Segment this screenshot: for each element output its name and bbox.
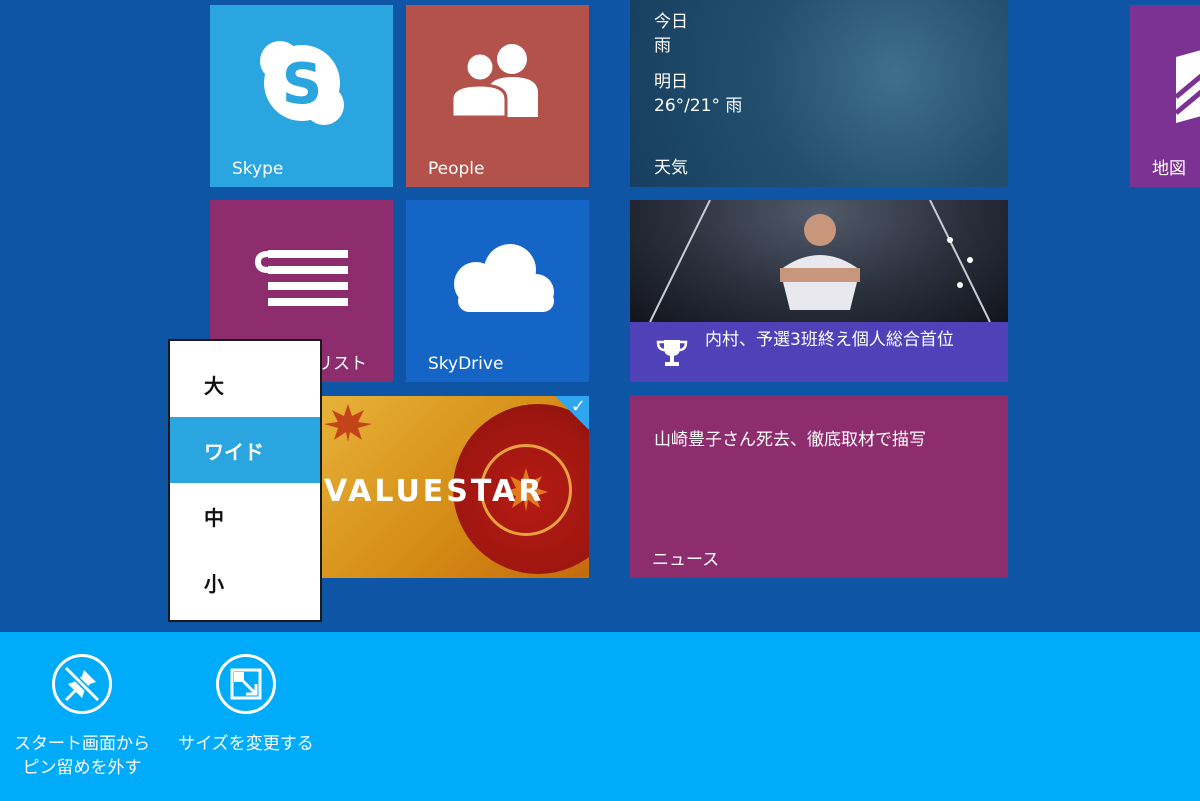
resize-icon	[216, 654, 276, 714]
weather-today-condition: 雨	[654, 36, 671, 56]
svg-text:S: S	[281, 52, 321, 117]
menu-item-small[interactable]: 小	[170, 549, 320, 615]
unpin-icon	[52, 654, 112, 714]
tile-valuestar[interactable]: VALUESTAR ✓	[308, 396, 589, 578]
menu-item-large[interactable]: 大	[170, 351, 320, 417]
resize-button[interactable]: サイズを変更する	[176, 654, 316, 756]
trophy-icon	[656, 340, 688, 366]
news-headline: 山崎豊子さん死去、徹底取材で描写	[654, 430, 926, 450]
resize-menu: 大 ワイド 中 小	[168, 339, 322, 622]
tile-maps[interactable]: 地図	[1130, 5, 1200, 187]
tile-weather[interactable]: 今日 雨 明日 26°/21° 雨 天気	[630, 0, 1008, 187]
sports-headline: 内村、予選3班終え個人総合首位	[705, 330, 954, 350]
menu-item-medium[interactable]: 中	[170, 483, 320, 549]
unpin-button[interactable]: スタート画面から ピン留めを外す	[14, 654, 150, 780]
tile-label: リスト	[316, 354, 367, 374]
menu-item-wide[interactable]: ワイド	[170, 417, 320, 483]
tile-label: 地図	[1152, 159, 1186, 179]
tile-label: SkyDrive	[428, 354, 504, 374]
tile-skype[interactable]: S Skype	[210, 5, 393, 187]
valuestar-logo: VALUESTAR	[324, 474, 545, 509]
tile-sports[interactable]: 内村、予選3班終え個人総合首位	[630, 200, 1008, 382]
reading-list-icon	[210, 246, 393, 312]
unpin-label: スタート画面から ピン留めを外す	[14, 732, 150, 780]
tile-label: Skype	[232, 159, 284, 179]
cloud-icon	[406, 240, 589, 316]
unpin-label-line1: スタート画面から	[14, 734, 150, 754]
weather-tomorrow-label: 明日	[654, 72, 688, 92]
tile-skydrive[interactable]: SkyDrive	[406, 200, 589, 382]
people-icon	[406, 43, 589, 117]
tile-label: ニュース	[652, 550, 720, 570]
tile-label: 天気	[654, 158, 688, 178]
tile-people[interactable]: People	[406, 5, 589, 187]
unpin-label-line2: ピン留めを外す	[22, 758, 142, 778]
weather-tomorrow-forecast: 26°/21° 雨	[654, 96, 743, 116]
map-icon	[1174, 50, 1200, 123]
maple-leaf-icon	[324, 404, 372, 442]
tile-label: People	[428, 159, 485, 179]
sports-photo	[630, 200, 1008, 323]
checkmark-icon: ✓	[570, 396, 586, 417]
weather-today-label: 今日	[654, 12, 688, 32]
app-bar: スタート画面から ピン留めを外す サイズを変更する	[0, 632, 1200, 801]
resize-label: サイズを変更する	[178, 734, 314, 754]
skype-icon: S	[210, 37, 393, 129]
sports-headline-band: 内村、予選3班終え個人総合首位	[630, 322, 1008, 382]
tile-news[interactable]: 山崎豊子さん死去、徹底取材で描写 ニュース	[630, 395, 1008, 578]
